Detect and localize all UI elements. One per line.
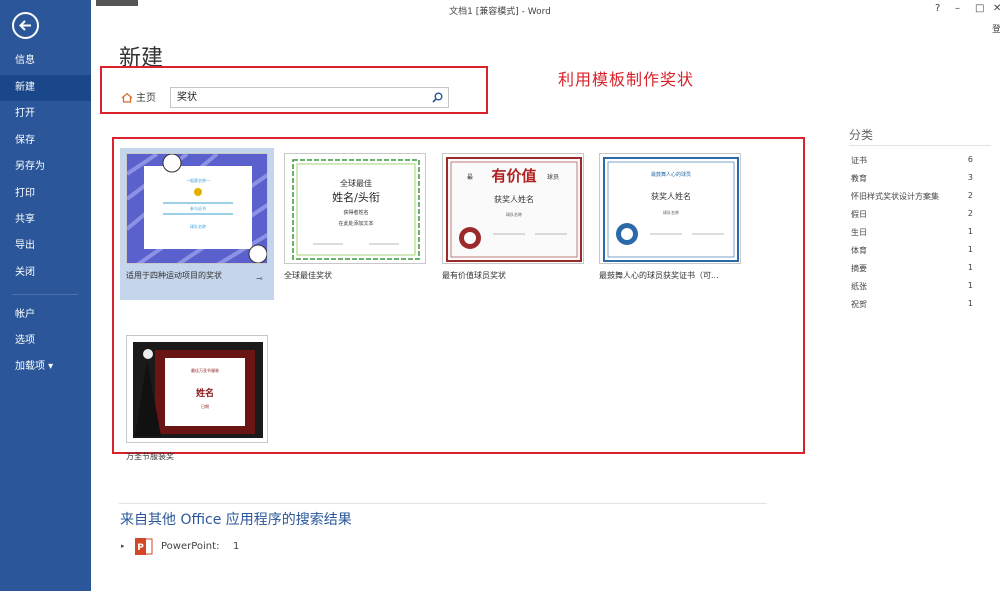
thumb-text: 获奖人姓名 — [494, 194, 534, 204]
thumb-text: 最 — [467, 174, 473, 181]
category-label: 纸张 — [851, 282, 867, 291]
thumb-text: 获得者姓名 — [343, 209, 368, 216]
category-label: 假日 — [851, 210, 867, 219]
result-count: 1 — [233, 541, 239, 552]
category-count: 1 — [968, 281, 973, 290]
category-count: 2 — [968, 209, 973, 218]
template-tile-mvp[interactable]: 最 有价值 球员 获奖人姓名 球队名称 最有价值球员奖状 — [436, 148, 590, 300]
template-label: 全球最佳奖状 — [284, 270, 332, 281]
category-item[interactable]: 体育 1 — [851, 245, 976, 257]
category-label: 怀旧样式奖状设计方案集 — [851, 192, 939, 201]
pin-icon[interactable]: ⊸ — [256, 274, 263, 283]
category-item[interactable]: 生日 1 — [851, 227, 976, 239]
sidebar-item-account[interactable]: 帐户 — [0, 302, 91, 328]
template-tile-halloween[interactable]: 最佳万圣节服装 姓名 日期 万圣节服装奖 — [120, 330, 274, 482]
thumb-text: 球队名称 — [190, 223, 206, 229]
sidebar-item-new[interactable]: 新建 — [0, 75, 91, 101]
category-count: 1 — [968, 245, 973, 254]
thumb-text: 获奖人姓名 — [651, 191, 691, 201]
thumb-text: 一般赛名称一 — [186, 177, 210, 183]
certificate-inspiring-image: 最鼓舞人心的球员 获奖人姓名 球队名称 — [600, 154, 741, 264]
category-label: 体育 — [851, 246, 867, 255]
template-thumbnail: 全球最佳 姓名/头衔 获得者姓名 在此处添加文本 — [284, 153, 426, 264]
other-results-title: 来自其他 Office 应用程序的搜索结果 — [120, 509, 352, 529]
categories-title: 分类 — [849, 126, 873, 143]
category-count: 2 — [968, 191, 973, 200]
thumb-text: 球队名称 — [506, 211, 522, 217]
template-tile-inspiring[interactable]: 最鼓舞人心的球员 获奖人姓名 球队名称 最鼓舞人心的球员获奖证书（可... — [593, 148, 747, 300]
template-label: 适用于四种运动项目的奖状 — [126, 270, 222, 281]
template-label: 最鼓舞人心的球员获奖证书（可... — [599, 270, 719, 281]
category-item[interactable]: 摘要 1 — [851, 263, 976, 275]
window-title: 文档1 [兼容模式] - Word — [0, 4, 1000, 17]
thumb-text: 最鼓舞人心的球员 — [651, 171, 691, 178]
powerpoint-icon: P — [135, 537, 153, 556]
template-thumbnail: 一般赛名称一 参与证书 球队名称 — [126, 153, 268, 264]
template-tile-global-best[interactable]: 全球最佳 姓名/头衔 获得者姓名 在此处添加文本 全球最佳奖状 — [278, 148, 432, 300]
thumb-text: 最佳万圣节服装 — [191, 367, 219, 373]
thumb-text: 球员 — [547, 173, 559, 181]
close-button[interactable]: ✕ — [993, 3, 1000, 14]
sidebar-item-share[interactable]: 共享 — [0, 207, 91, 233]
certificate-mvp-image: 最 有价值 球员 获奖人姓名 球队名称 — [443, 154, 584, 264]
template-thumbnail: 最 有价值 球员 获奖人姓名 球队名称 — [442, 153, 584, 264]
category-label: 摘要 — [851, 264, 867, 273]
category-item[interactable]: 假日 2 — [851, 209, 976, 221]
category-item[interactable]: 教育 3 — [851, 173, 976, 185]
sidebar-item-save[interactable]: 保存 — [0, 128, 91, 154]
maximize-button[interactable]: □ — [975, 3, 984, 14]
template-label: 万圣节服装奖 — [126, 451, 174, 462]
template-thumbnail: 最鼓舞人心的球员 获奖人姓名 球队名称 — [599, 153, 741, 264]
sidebar-item-export[interactable]: 导出 — [0, 233, 91, 259]
certificate-vine-image: 全球最佳 姓名/头衔 获得者姓名 在此处添加文本 — [285, 154, 426, 264]
category-count: 1 — [968, 227, 973, 236]
certificate-halloween-image: 最佳万圣节服装 姓名 日期 — [127, 336, 268, 443]
category-count: 1 — [968, 263, 973, 272]
thumb-text: 参与证书 — [190, 205, 206, 211]
category-item[interactable]: 证书 6 — [851, 155, 976, 167]
sidebar-item-close[interactable]: 关闭 — [0, 260, 91, 286]
category-label: 教育 — [851, 174, 867, 183]
category-count: 3 — [968, 173, 973, 182]
categories-divider — [849, 145, 991, 146]
category-label: 祝贺 — [851, 300, 867, 309]
sidebar-divider — [12, 294, 78, 295]
thumb-text: 日期 — [201, 403, 209, 409]
certificate-sports-image: 一般赛名称一 参与证书 球队名称 — [127, 154, 268, 264]
thumb-text: 球队名称 — [663, 209, 679, 215]
sidebar-item-open[interactable]: 打开 — [0, 101, 91, 127]
category-label: 生日 — [851, 228, 867, 237]
thumb-text: 在此处添加文本 — [338, 220, 373, 227]
sidebar-item-info[interactable]: 信息 — [0, 48, 91, 74]
result-app-label: PowerPoint: — [161, 541, 219, 552]
sidebar-item-print[interactable]: 打印 — [0, 181, 91, 207]
annotation-search-box — [100, 66, 488, 114]
thumb-text: 姓名 — [195, 387, 214, 399]
category-item[interactable]: 纸张 1 — [851, 281, 976, 293]
category-count: 6 — [968, 155, 973, 164]
template-label: 最有价值球员奖状 — [442, 270, 506, 281]
sidebar-item-addins[interactable]: 加载项 ▾ — [0, 354, 91, 380]
category-item[interactable]: 怀旧样式奖状设计方案集 2 — [851, 191, 976, 203]
results-divider — [119, 503, 767, 504]
thumb-text: 全球最佳 — [340, 178, 372, 188]
sidebar-item-save-as[interactable]: 另存为 — [0, 154, 91, 180]
template-thumbnail: 最佳万圣节服装 姓名 日期 — [126, 335, 268, 443]
backstage-sidebar: 信息 新建 打开 保存 另存为 打印 共享 导出 关闭 帐户 选项 加载项 ▾ — [0, 0, 91, 591]
minimize-button[interactable]: – — [955, 3, 960, 14]
annotation-text: 利用模板制作奖状 — [558, 66, 694, 90]
category-count: 1 — [968, 299, 973, 308]
category-item[interactable]: 祝贺 1 — [851, 299, 976, 311]
sign-in-link[interactable]: 登 — [992, 22, 1000, 35]
svg-text:P: P — [137, 543, 144, 553]
category-label: 证书 — [851, 156, 867, 165]
sidebar-item-options[interactable]: 选项 — [0, 328, 91, 354]
chevron-right-icon[interactable]: ▸ — [121, 542, 125, 550]
thumb-text: 有价值 — [491, 167, 536, 185]
template-tile-sports[interactable]: 一般赛名称一 参与证书 球队名称 适用于四种运动项目的奖状 ⊸ — [120, 148, 274, 300]
thumb-text: 姓名/头衔 — [332, 190, 380, 204]
help-button[interactable]: ? — [935, 3, 940, 14]
